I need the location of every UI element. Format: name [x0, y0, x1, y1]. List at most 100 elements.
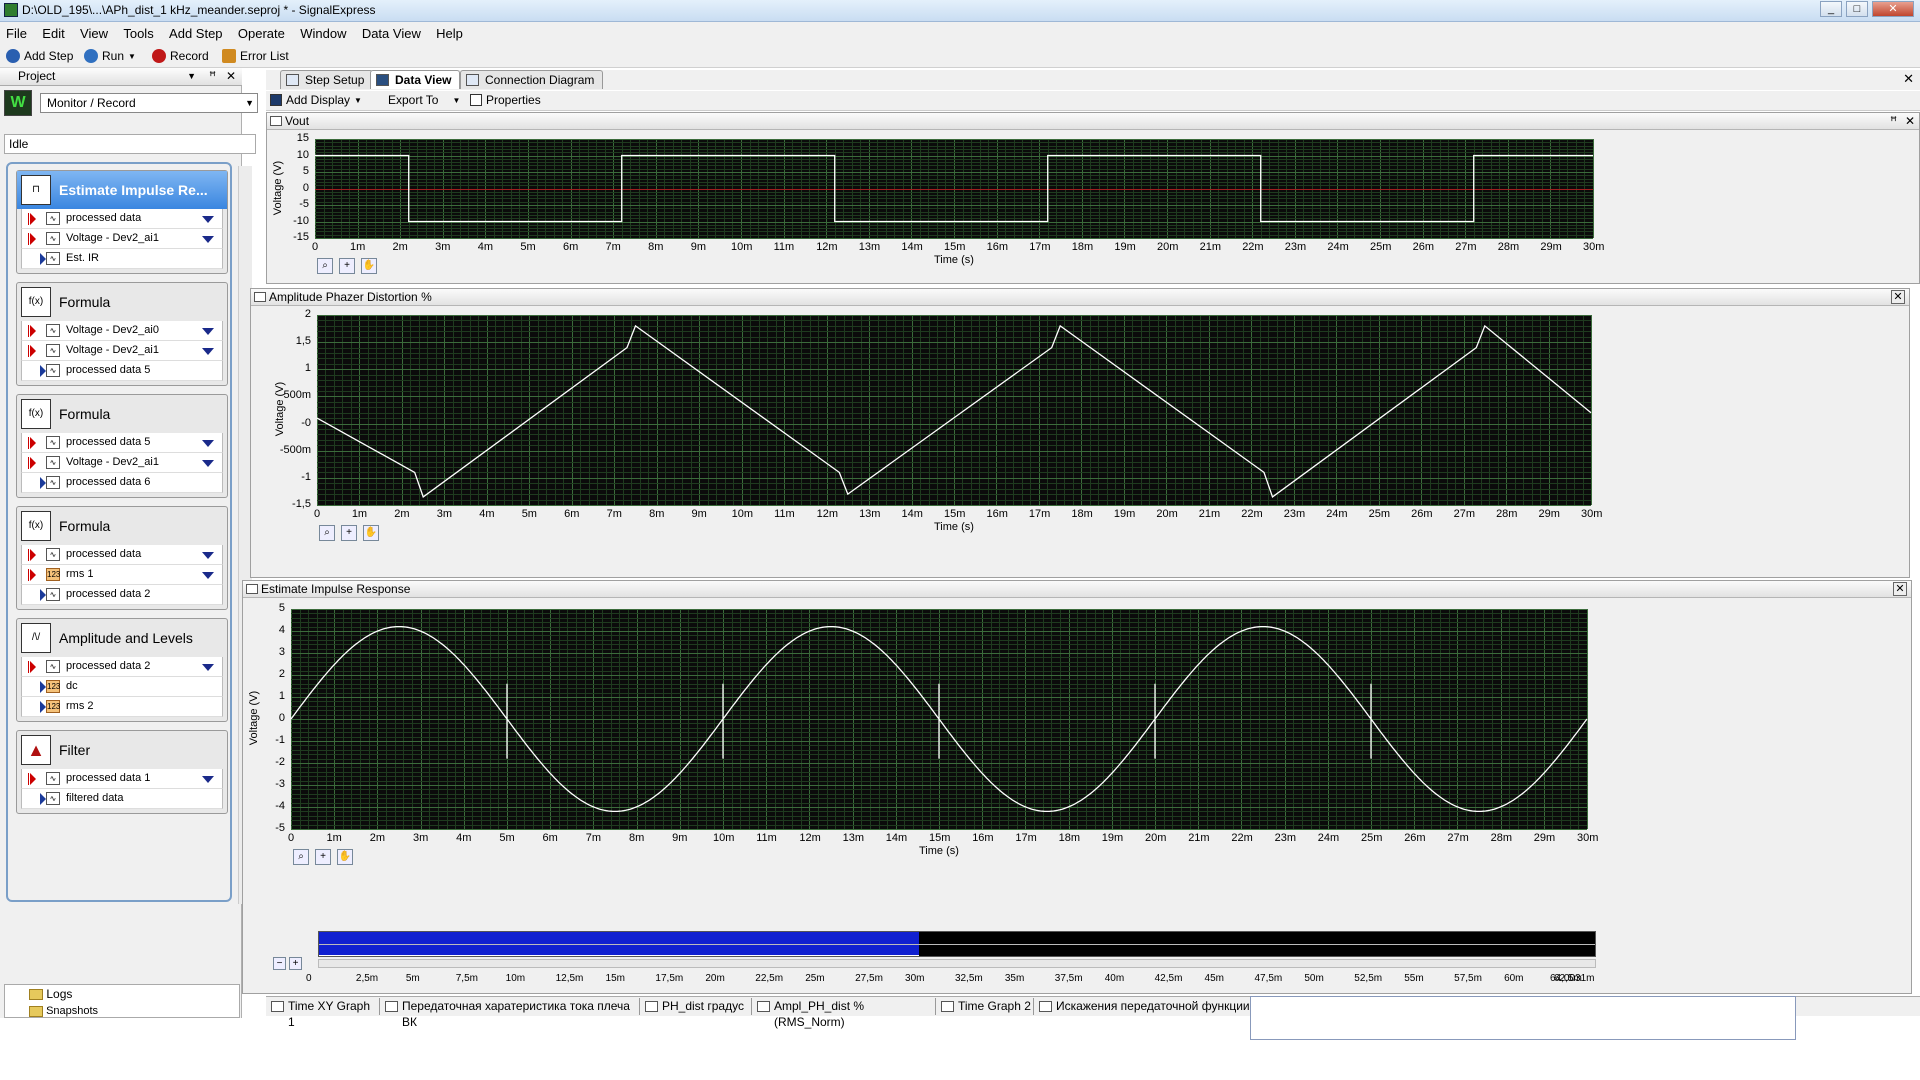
step-signal-row: ∿ Est. IR [21, 249, 223, 269]
step-header[interactable]: /\/ Amplitude and Levels [17, 619, 227, 657]
step-header[interactable]: f(x) Formula [17, 395, 227, 433]
zoom-icon[interactable]: ⌕ [293, 849, 309, 865]
step-0[interactable]: ⊓ Estimate Impulse Re... ∿ processed data ∿ V… [16, 170, 228, 274]
add-step-button[interactable]: Add Step [6, 49, 73, 63]
menu-tools[interactable]: Tools [117, 22, 159, 41]
monitor-record-select[interactable]: Monitor / Record ▼ [40, 93, 258, 113]
step-header[interactable]: f(x) Formula [17, 507, 227, 545]
close-window-button[interactable]: ✕ [1872, 1, 1914, 17]
error-list-button[interactable]: Error List [222, 49, 289, 63]
step-signal-row: ∿ processed data 2 [21, 585, 223, 605]
step-4[interactable]: /\/ Amplitude and Levels ∿ processed data 2… [16, 618, 228, 722]
tab-transfer-characteristic[interactable]: Передаточная харатеристика тока плеча ВК [382, 998, 640, 1029]
chevron-down-icon[interactable] [202, 236, 214, 243]
crosshair-icon[interactable]: + [315, 849, 331, 865]
step-signal-row[interactable]: ∿ Voltage - Dev2_ai0 [21, 321, 223, 341]
overview-strip[interactable] [318, 931, 1596, 957]
tab-ampl-ph-dist[interactable]: Ampl_PH_dist % (RMS_Norm) [754, 998, 936, 1029]
chevron-down-icon[interactable] [202, 776, 214, 783]
snapshots-item[interactable]: Snapshots [29, 1005, 98, 1017]
logs-label: Logs [46, 987, 73, 1001]
run-dropdown-icon[interactable]: ▼ [128, 52, 136, 61]
logs-tree: Logs Snapshots [4, 984, 240, 1018]
chevron-down-icon[interactable] [202, 664, 214, 671]
menu-view[interactable]: View [74, 22, 114, 41]
menu-data-view[interactable]: Data View [356, 22, 427, 41]
step-signal-row[interactable]: ∿ processed data 5 [21, 433, 223, 453]
record-icon [152, 49, 166, 63]
add-display-button[interactable]: Add Display ▼ [270, 93, 362, 107]
pin-icon[interactable]: ꟸ [209, 68, 216, 85]
plot-canvas[interactable] [290, 609, 1588, 830]
chevron-down-icon[interactable] [202, 460, 214, 467]
x-tick-label: 11m [774, 508, 795, 520]
panel-dropdown-icon[interactable]: ▼ [187, 68, 196, 85]
zoom-in-icon[interactable]: + [289, 957, 302, 970]
menu-file[interactable]: File [0, 22, 33, 41]
run-button[interactable]: Run ▼ [84, 49, 136, 63]
menu-window[interactable]: Window [294, 22, 352, 41]
data-view-toolbar: Add Display ▼ Export To ▼ Properties [266, 91, 1920, 111]
record-button[interactable]: Record [152, 49, 209, 63]
step-signal-row[interactable]: ∿ Voltage - Dev2_ai1 [21, 341, 223, 361]
plot-canvas[interactable] [315, 139, 1594, 239]
overview-tick-label: 35m [1004, 973, 1025, 984]
tab-step-setup[interactable]: Step Setup [280, 70, 374, 89]
graph-icon [757, 1001, 770, 1012]
export-to-button[interactable]: Export To ▼ [388, 93, 460, 107]
eir-plot-area[interactable]: 5 4 3 2 1 0 -1 -2 -3 -4 -5 0 1m 2m 3m 4m 5m 6m 7m 8m 9m 10m 11… [243, 581, 1911, 993]
step-header[interactable]: f(x) Formula [17, 283, 227, 321]
chevron-down-icon[interactable] [202, 348, 214, 355]
aphd-plot-area[interactable]: 2 1,5 1 500m -0 -500m -1 -1,5 0 1m 2m 3m 4m 5m 6m 7m 8m 9… [251, 289, 1909, 577]
chevron-down-icon[interactable] [202, 328, 214, 335]
step-header[interactable]: ⊓ Estimate Impulse Re... [17, 171, 227, 209]
step-signal-row[interactable]: ∿ processed data [21, 545, 223, 565]
tab-transfer-function-distortion[interactable]: Искажения передаточной функции [1036, 998, 1254, 1015]
logs-item[interactable]: Logs [29, 987, 72, 1001]
pan-hand-icon[interactable]: ✋ [361, 258, 377, 274]
chevron-down-icon[interactable] [202, 572, 214, 579]
menu-help[interactable]: Help [430, 22, 469, 41]
step-signal-row[interactable]: ∿ Voltage - Dev2_ai1 [21, 453, 223, 473]
menu-add-step[interactable]: Add Step [163, 22, 229, 41]
step-signal-row: 123 dc [21, 677, 223, 697]
step-signal-row[interactable]: ∿ Voltage - Dev2_ai1 [21, 229, 223, 249]
tab-ph-dist[interactable]: PH_dist градус [642, 998, 752, 1015]
zoom-icon[interactable]: ⌕ [317, 258, 333, 274]
overview-scrollbar[interactable] [318, 959, 1596, 968]
zoom-icon[interactable]: ⌕ [319, 525, 335, 541]
menu-operate[interactable]: Operate [232, 22, 291, 41]
menu-edit[interactable]: Edit [36, 22, 70, 41]
step-signal-row[interactable]: 123 rms 1 [21, 565, 223, 585]
close-view-icon[interactable]: ✕ [1903, 71, 1914, 87]
x-tick-label: 0 [311, 241, 319, 253]
pan-hand-icon[interactable]: ✋ [337, 849, 353, 865]
step-5[interactable]: ▲ Filter ∿ processed data 1 ∿ filtered data [16, 730, 228, 814]
step-signal-row[interactable]: ∿ processed data [21, 209, 223, 229]
tab-connection-diagram[interactable]: Connection Diagram [460, 70, 604, 89]
minimize-button[interactable]: _ [1820, 1, 1842, 17]
waveform-icon: ∿ [46, 252, 60, 265]
step-signal-row[interactable]: ∿ processed data 2 [21, 657, 223, 677]
step-2[interactable]: f(x) Formula ∿ processed data 5 ∿ Voltage - D… [16, 394, 228, 498]
chevron-down-icon[interactable] [202, 440, 214, 447]
vout-plot-area[interactable]: 15 10 5 0 -5 -10 -15 0 1m 2m 3m 4m 5m 6m 7m 8m 9m 10m 11m 1… [267, 113, 1919, 283]
tab-time-graph-2[interactable]: Time Graph 2 [938, 998, 1034, 1015]
step-1[interactable]: f(x) Formula ∿ Voltage - Dev2_ai0 ∿ Voltage -… [16, 282, 228, 386]
tab-data-view[interactable]: Data View [370, 70, 461, 89]
panel-close-icon[interactable]: ✕ [226, 68, 236, 85]
zoom-out-icon[interactable]: − [273, 957, 286, 970]
crosshair-icon[interactable]: + [339, 258, 355, 274]
chevron-down-icon[interactable] [202, 552, 214, 559]
maximize-button[interactable]: □ [1846, 1, 1868, 17]
step-3[interactable]: f(x) Formula ∿ processed data 123 rms 1 ∿ proce… [16, 506, 228, 610]
properties-button[interactable]: Properties [470, 93, 541, 107]
step-header[interactable]: ▲ Filter [17, 731, 227, 769]
step-signal-row[interactable]: ∿ processed data 1 [21, 769, 223, 789]
crosshair-icon[interactable]: + [341, 525, 357, 541]
input-arrow-icon [30, 661, 36, 673]
tab-time-xy-graph-1[interactable]: Time XY Graph 1 [268, 998, 380, 1029]
chevron-down-icon[interactable] [202, 216, 214, 223]
plot-canvas[interactable] [316, 315, 1592, 506]
pan-hand-icon[interactable]: ✋ [363, 525, 379, 541]
